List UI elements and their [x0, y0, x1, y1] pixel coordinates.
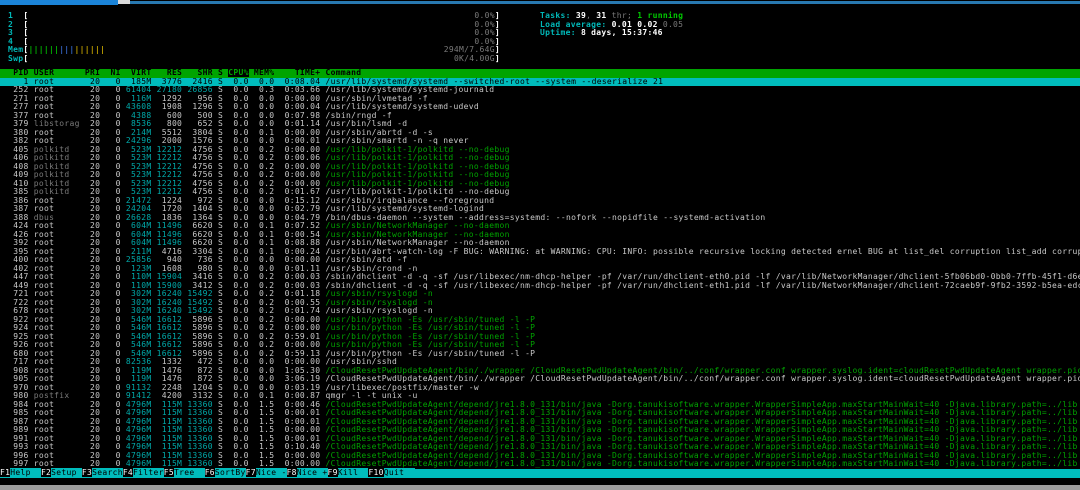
column-header-virt[interactable]: VIRT: [126, 69, 152, 77]
meter-cpu-2: 2 [0.0%]: [8, 21, 500, 30]
process-row[interactable]: 395 root 20 0 211M 4716 3304 S 0.0 0.1 0…: [0, 248, 1080, 257]
meter-memory: Mem[|||||||||||||||294M/7.64G]: [8, 46, 500, 55]
process-row[interactable]: 271 root 20 0 116M 1292 956 S 0.0 0.0 0:…: [0, 95, 1080, 104]
column-header-command[interactable]: Command: [326, 69, 362, 77]
process-row[interactable]: 721 root 20 0 302M 16240 15492 S 0.0 0.2…: [0, 290, 1080, 299]
process-row[interactable]: 717 root 20 0 82536 1332 472 S 0.0 0.0 0…: [0, 358, 1080, 367]
process-row[interactable]: 410 polkitd 20 0 523M 12212 4756 S 0.0 0…: [0, 180, 1080, 189]
process-row[interactable]: 678 root 20 0 302M 16240 15492 S 0.0 0.2…: [0, 307, 1080, 316]
fkey-nice[interactable]: F7Nice -: [246, 469, 287, 478]
process-row[interactable]: 970 root 20 0 91132 2248 1204 S 0.0 0.0 …: [0, 384, 1080, 393]
uptime-line: Uptime: 8 days, 15:37:46: [540, 29, 683, 38]
process-row[interactable]: 993 root 20 0 4796M 115M 13360 S 0.0 1.5…: [0, 443, 1080, 452]
column-header-cpu[interactable]: CPU%: [228, 69, 248, 77]
meter-swap: Swp[0K/4.00G]: [8, 55, 500, 64]
process-row[interactable]: 447 root 20 0 110M 15904 3416 S 0.0 0.2 …: [0, 273, 1080, 282]
fkey-tree[interactable]: F5Tree: [164, 469, 205, 478]
process-row[interactable]: 408 polkitd 20 0 523M 12212 4756 S 0.0 0…: [0, 163, 1080, 172]
process-row[interactable]: 980 postfix 20 0 91412 4200 3132 S 0.0 0…: [0, 392, 1080, 401]
process-row-selected[interactable]: 1 root 20 0 185M 3776 2416 S 0.0 0.0 0:0…: [0, 78, 1080, 87]
resource-meters: 1 [0.0%]2 [0.0%]3 [0.0%]4 [0.0%]Mem[||||…: [8, 12, 500, 63]
process-row[interactable]: 400 root 20 0 25856 940 736 S 0.0 0.0 0:…: [0, 256, 1080, 265]
process-table: PID USER PRI NI VIRT RES SHR S CPU% MEM%…: [0, 69, 1080, 469]
window-edge-line: [130, 1, 1080, 4]
process-row[interactable]: 252 root 20 0 61404 27180 26856 S 0.0 0.…: [0, 86, 1080, 95]
process-row[interactable]: 449 root 20 0 110M 15900 3412 S 0.0 0.2 …: [0, 282, 1080, 291]
process-row[interactable]: 924 root 20 0 546M 16612 5896 S 0.0 0.2 …: [0, 324, 1080, 333]
fkey-bar-filler: [415, 469, 1080, 478]
htop-terminal-screen: 1 [0.0%]2 [0.0%]3 [0.0%]4 [0.0%]Mem[||||…: [0, 0, 1080, 490]
window-bottom-edge: [0, 485, 1080, 490]
process-row[interactable]: 680 root 20 0 546M 16612 5896 S 0.0 0.2 …: [0, 350, 1080, 359]
process-row[interactable]: 402 root 20 0 123M 1608 980 S 0.0 0.0 0:…: [0, 265, 1080, 274]
active-tab-strip[interactable]: [0, 0, 118, 5]
column-header-shr[interactable]: SHR: [187, 69, 213, 77]
process-row[interactable]: 387 root 20 0 24204 1720 1404 S 0.0 0.0 …: [0, 205, 1080, 214]
system-info-panel: Tasks: 39, 31 thr; 1 runningLoad average…: [540, 12, 683, 38]
process-row[interactable]: 922 root 20 0 546M 16612 5896 S 0.0 0.2 …: [0, 316, 1080, 325]
column-header-time[interactable]: TIME+: [279, 69, 320, 77]
tab-gap: [118, 0, 130, 4]
column-header-s[interactable]: S: [218, 69, 223, 77]
process-row[interactable]: 722 root 20 0 302M 16240 15492 S 0.0 0.2…: [0, 299, 1080, 308]
process-row[interactable]: 905 root 20 0 119M 1476 872 S 0.0 0.0 3:…: [0, 375, 1080, 384]
process-row[interactable]: 991 root 20 0 4796M 115M 13360 S 0.0 1.5…: [0, 435, 1080, 444]
table-header-row: PID USER PRI NI VIRT RES SHR S CPU% MEM%…: [0, 69, 1080, 78]
process-row[interactable]: 409 polkitd 20 0 523M 12212 4756 S 0.0 0…: [0, 171, 1080, 180]
process-row[interactable]: 379 libstorag 20 0 8536 800 652 S 0.0 0.…: [0, 120, 1080, 129]
column-header-mem[interactable]: MEM%: [254, 69, 274, 77]
meter-cpu-4: 4 [0.0%]: [8, 38, 500, 47]
column-header-res[interactable]: RES: [157, 69, 183, 77]
fkey-setup[interactable]: F2Setup: [41, 469, 82, 478]
column-header-user[interactable]: USER: [34, 69, 80, 77]
column-header-pri[interactable]: PRI: [85, 69, 100, 77]
process-row[interactable]: 985 root 20 0 4796M 115M 13360 S 0.0 1.5…: [0, 409, 1080, 418]
process-row[interactable]: 984 root 20 0 4796M 115M 13360 S 0.0 1.5…: [0, 401, 1080, 410]
process-row[interactable]: 386 root 20 0 21472 1224 972 S 0.0 0.0 0…: [0, 197, 1080, 206]
process-row[interactable]: 380 root 20 0 214M 5512 3804 S 0.0 0.1 0…: [0, 129, 1080, 138]
process-row[interactable]: 277 root 20 0 43608 1908 1296 S 0.0 0.0 …: [0, 103, 1080, 112]
process-row[interactable]: 987 root 20 0 4796M 115M 13360 S 0.0 1.5…: [0, 418, 1080, 427]
meter-cpu-1: 1 [0.0%]: [8, 12, 500, 21]
meter-cpu-3: 3 [0.0%]: [8, 29, 500, 38]
process-row[interactable]: 426 root 20 0 604M 11496 6620 S 0.0 0.1 …: [0, 231, 1080, 240]
process-row[interactable]: 377 root 20 0 4388 600 500 S 0.0 0.0 0:0…: [0, 112, 1080, 121]
fkey-kill[interactable]: F9Kill: [328, 469, 369, 478]
fkey-search[interactable]: F3Search: [82, 469, 123, 478]
process-row[interactable]: 926 root 20 0 546M 16612 5896 S 0.0 0.2 …: [0, 341, 1080, 350]
process-row[interactable]: 908 root 20 0 119M 1476 872 S 0.0 0.0 1:…: [0, 367, 1080, 376]
fkey-help[interactable]: F1Help: [0, 469, 41, 478]
fkey-nice[interactable]: F8Nice +: [287, 469, 328, 478]
fkey-sortby[interactable]: F6SortBy: [205, 469, 246, 478]
process-row[interactable]: 989 root 20 0 4796M 115M 13360 S 0.0 1.5…: [0, 426, 1080, 435]
process-row[interactable]: 385 polkitd 20 0 523M 12212 4756 S 0.0 0…: [0, 188, 1080, 197]
column-header-ni[interactable]: NI: [105, 69, 120, 77]
bottom-black-strip: [0, 478, 1080, 485]
process-row[interactable]: 382 root 20 0 24296 2000 1576 S 0.0 0.0 …: [0, 137, 1080, 146]
fkey-filter[interactable]: F4Filter: [123, 469, 164, 478]
process-row[interactable]: 424 root 20 0 604M 11496 6620 S 0.0 0.1 …: [0, 222, 1080, 231]
process-row[interactable]: 996 root 20 0 4796M 115M 13360 S 0.0 1.5…: [0, 452, 1080, 461]
window-top-edge: [0, 0, 1080, 6]
process-row[interactable]: 405 polkitd 20 0 523M 12212 4756 S 0.0 0…: [0, 146, 1080, 155]
fkey-quit[interactable]: F10Quit: [368, 469, 414, 478]
process-row[interactable]: 392 root 20 0 604M 11496 6620 S 0.0 0.1 …: [0, 239, 1080, 248]
column-header-pid[interactable]: PID: [3, 69, 29, 77]
function-key-bar: F1Help F2Setup F3SearchF4FilterF5Tree F6…: [0, 469, 1080, 478]
process-row[interactable]: 925 root 20 0 546M 16612 5896 S 0.0 0.2 …: [0, 333, 1080, 342]
process-row[interactable]: 406 polkitd 20 0 523M 12212 4756 S 0.0 0…: [0, 154, 1080, 163]
process-row[interactable]: 388 dbus 20 0 26628 1836 1364 S 0.0 0.0 …: [0, 214, 1080, 223]
